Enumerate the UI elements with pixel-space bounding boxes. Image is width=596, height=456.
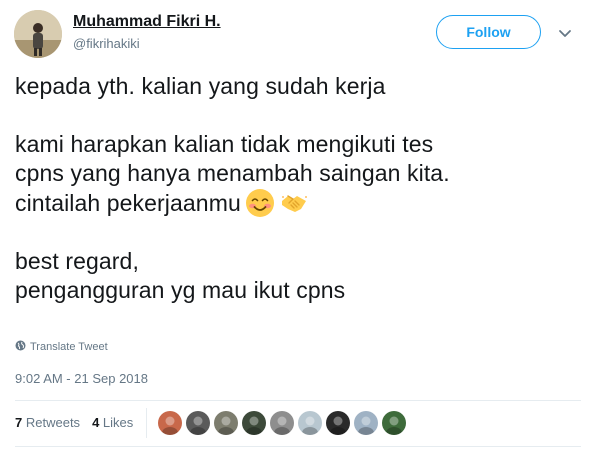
liker-avatar[interactable]: [186, 411, 210, 435]
follow-button[interactable]: Follow: [436, 15, 541, 49]
liker-avatar[interactable]: [326, 411, 350, 435]
liker-avatar[interactable]: [298, 411, 322, 435]
likes-label: Likes: [102, 415, 134, 430]
tweet-line: cintailah pekerjaanmu: [15, 190, 241, 216]
liker-avatar[interactable]: [214, 411, 238, 435]
tweet-line-with-emoji: cintailah pekerjaanmu: [15, 188, 575, 218]
tweet-text: kepada yth. kalian yang sudah kerja kami…: [15, 72, 575, 305]
liker-avatars: [158, 411, 406, 435]
author-avatar[interactable]: [14, 10, 62, 58]
divider: [146, 408, 147, 438]
author-name[interactable]: Muhammad Fikri H.: [73, 13, 221, 31]
globe-icon: [15, 340, 26, 354]
likes-count: 4: [92, 415, 100, 430]
smiling-face-emoji-icon: [245, 188, 275, 218]
liker-avatar[interactable]: [354, 411, 378, 435]
divider: [15, 400, 581, 401]
liker-avatar[interactable]: [242, 411, 266, 435]
tweet-line: cpns yang hanya menambah saingan kita.: [15, 160, 450, 186]
tweet-card: Muhammad Fikri H. @fikrihakiki Follow ke…: [0, 0, 596, 456]
tweet-line: best regard,: [15, 248, 139, 274]
retweets-label: Retweets: [25, 415, 81, 430]
translate-tweet-link[interactable]: Translate Tweet: [15, 340, 108, 354]
liker-avatar[interactable]: [382, 411, 406, 435]
tweet-stats: 7 Retweets 4 Likes: [15, 415, 133, 430]
retweets-stat[interactable]: 7 Retweets: [15, 415, 80, 430]
divider: [15, 446, 581, 447]
translate-label: Translate Tweet: [30, 341, 108, 353]
likes-stat[interactable]: 4 Likes: [92, 415, 133, 430]
tweet-line: kepada yth. kalian yang sudah kerja: [15, 73, 386, 99]
tweet-timestamp[interactable]: 9:02 AM - 21 Sep 2018: [15, 371, 148, 386]
liker-avatar[interactable]: [158, 411, 182, 435]
handshake-emoji-icon: [279, 188, 309, 218]
liker-avatar[interactable]: [270, 411, 294, 435]
retweets-count: 7: [15, 415, 23, 430]
author-handle[interactable]: @fikrihakiki: [73, 36, 140, 51]
chevron-down-icon[interactable]: [558, 26, 572, 37]
tweet-line: pengangguran yg mau ikut cpns: [15, 277, 346, 303]
tweet-line: kami harapkan kalian tidak mengikuti tes: [15, 131, 434, 157]
